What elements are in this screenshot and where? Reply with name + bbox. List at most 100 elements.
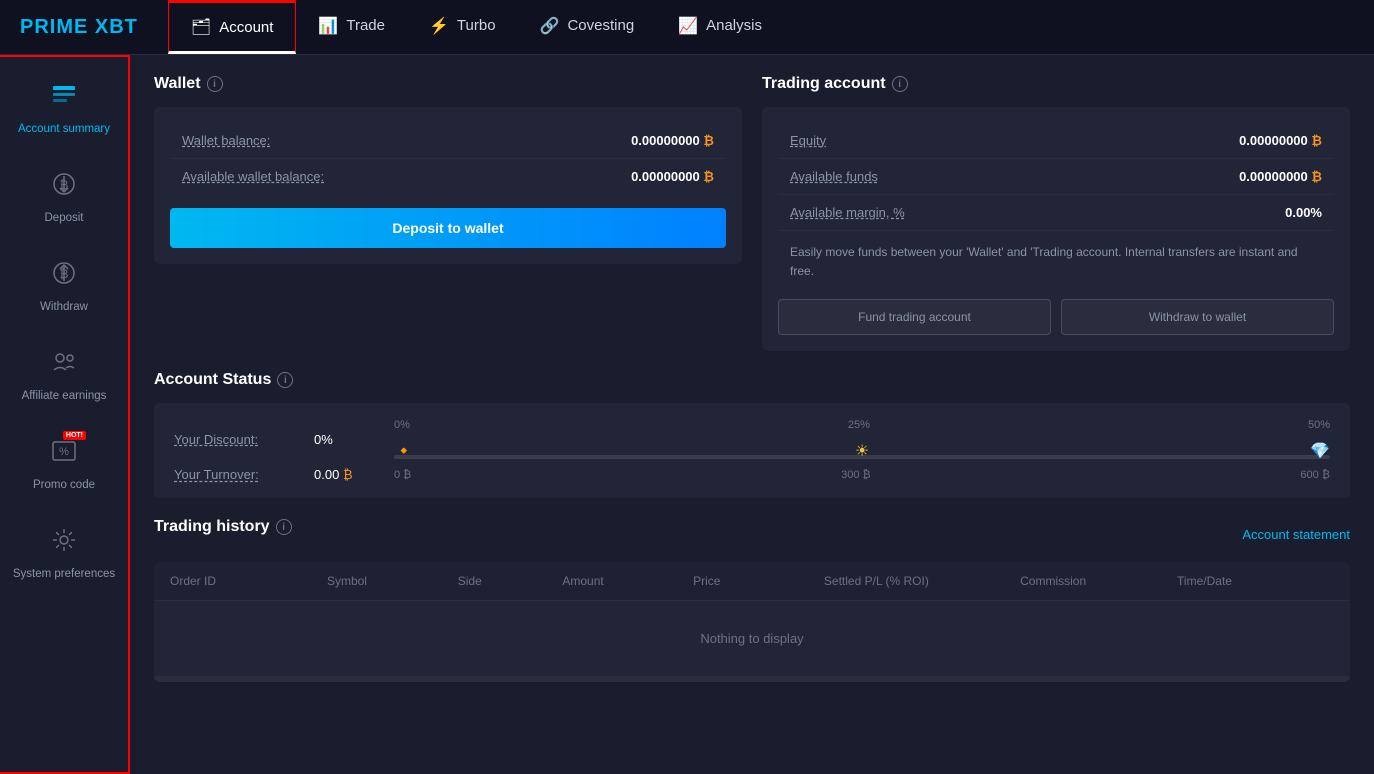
sidebar-item-promo[interactable]: % HOT! Promo code [0,423,128,507]
sidebar-item-account-summary[interactable]: Account summary [0,67,128,151]
top-section: Wallet i Wallet balance: 0.00000000 ₿ Av… [154,75,1350,351]
sidebar-item-preferences[interactable]: System preferences [0,512,128,596]
analysis-nav-icon: 📈 [678,16,698,36]
trading-account-title: Trading account i [762,75,1350,93]
table-empty-state: Nothing to display [154,601,1350,676]
bar-icon-start: 🔸 [394,441,414,461]
th-pnl: Settled P/L (% ROI) [824,574,1020,588]
available-wallet-value: 0.00000000 ₿ [631,169,714,184]
transfer-info-text: Easily move funds between your 'Wallet' … [778,231,1334,293]
sidebar-item-deposit[interactable]: ₿ Deposit [0,156,128,240]
available-margin-row: Available margin, % 0.00% [778,195,1334,231]
turnover-levels: 0 ₿ 300 ₿ 600 ₿ [394,469,1330,481]
wallet-info-icon[interactable]: i [207,76,223,92]
nav-analysis-label: Analysis [706,17,762,34]
discount-label[interactable]: Your Discount: [174,432,304,447]
nav-item-analysis[interactable]: 📈 Analysis [656,0,784,54]
trading-history-section: Trading history i Account statement Orde… [154,518,1350,682]
btc-symbol-3: ₿ [1311,133,1322,148]
th-side: Side [458,574,563,588]
account-status-section: Account Status i Your Discount: 0% 0% 25… [154,371,1350,498]
fund-trading-button[interactable]: Fund trading account [778,299,1051,335]
trading-history-table: Order ID Symbol Side Amount Price Settle… [154,562,1350,682]
nav-item-covesting[interactable]: 🔗 Covesting [518,0,657,54]
wallet-title: Wallet i [154,75,742,93]
wallet-section: Wallet i Wallet balance: 0.00000000 ₿ Av… [154,75,742,351]
available-funds-value: 0.00000000 ₿ [1239,169,1322,184]
logo-prime: PRIME [20,16,88,38]
discount-level-50: 50% [1308,419,1330,431]
account-nav-icon: 🗂 [191,17,211,37]
turnover-level-600: 600 ₿ [1300,469,1330,481]
discount-bar: 🔸 ☀ 💎 [394,455,1330,459]
history-info-icon[interactable]: i [276,519,292,535]
svg-text:%: % [59,446,69,458]
logo: PRIME XBT [20,16,138,39]
withdraw-to-wallet-button[interactable]: Withdraw to wallet [1061,299,1334,335]
account-status-title: Account Status i [154,371,1350,389]
covesting-nav-icon: 🔗 [540,16,560,36]
nav-item-trade[interactable]: 📊 Trade [296,0,407,54]
th-commission: Commission [1020,574,1177,588]
hot-badge: HOT! [63,431,86,440]
bar-icons: 🔸 ☀ 💎 [394,441,1330,461]
available-margin-label[interactable]: Available margin, % [790,205,905,220]
nav-item-turbo[interactable]: ⚡ Turbo [407,0,518,54]
th-amount: Amount [562,574,693,588]
main-content: Wallet i Wallet balance: 0.00000000 ₿ Av… [130,55,1374,774]
sidebar-preferences-label: System preferences [13,567,115,582]
th-time: Time/Date [1177,574,1334,588]
turnover-row: Your Turnover: 0.00 ₿ 0 ₿ 300 ₿ 600 ₿ [174,467,1330,482]
sidebar-item-withdraw[interactable]: ₿ Withdraw [0,245,128,329]
account-statement-link[interactable]: Account statement [1242,527,1350,542]
turnover-level-0: 0 ₿ [394,469,411,481]
wallet-balance-value: 0.00000000 ₿ [631,133,714,148]
nav-trade-label: Trade [346,17,385,34]
nav-account-label: Account [219,19,273,36]
wallet-balance-row: Wallet balance: 0.00000000 ₿ [170,123,726,159]
table-bottom-bar [154,676,1350,682]
trading-history-title: Trading history i [154,518,292,536]
sidebar: Account summary ₿ Deposit ₿ [0,55,130,774]
withdraw-icon: ₿ [50,259,78,294]
discount-bar-container: 0% 25% 50% 🔸 ☀ 💎 [394,419,1330,459]
nav-item-account[interactable]: 🗂 Account [168,0,297,54]
trading-account-panel: Equity 0.00000000 ₿ Available funds 0.00… [762,107,1350,351]
turnover-level-300: 300 ₿ [841,469,871,481]
account-summary-icon [50,81,78,116]
main-layout: Account summary ₿ Deposit ₿ [0,55,1374,774]
available-wallet-label[interactable]: Available wallet balance: [182,169,324,184]
th-symbol: Symbol [327,574,458,588]
discount-level-0: 0% [394,419,410,431]
deposit-wallet-button[interactable]: Deposit to wallet [170,208,726,248]
preferences-icon [50,526,78,561]
trading-account-section: Trading account i Equity 0.00000000 ₿ Av… [762,75,1350,351]
history-header: Trading history i Account statement [154,518,1350,550]
discount-value: 0% [314,432,384,447]
available-margin-value: 0.00% [1285,205,1322,220]
top-nav: PRIME XBT 🗂 Account 📊 Trade ⚡ Turbo 🔗 Co… [0,0,1374,55]
turnover-label[interactable]: Your Turnover: [174,467,304,482]
btc-symbol-5: ₿ [343,467,353,482]
turnover-bar-container: 0 ₿ 300 ₿ 600 ₿ [394,469,1330,481]
discount-levels: 0% 25% 50% [394,419,1330,431]
btc-symbol-1: ₿ [703,133,714,148]
deposit-icon: ₿ [50,170,78,205]
nav-covesting-label: Covesting [567,17,634,34]
nav-turbo-label: Turbo [457,17,496,34]
main-nav: 🗂 Account 📊 Trade ⚡ Turbo 🔗 Covesting 📈 … [168,0,784,54]
equity-label[interactable]: Equity [790,133,826,148]
th-order-id: Order ID [170,574,327,588]
table-header: Order ID Symbol Side Amount Price Settle… [154,562,1350,601]
available-funds-label[interactable]: Available funds [790,169,878,184]
trading-account-info-icon[interactable]: i [892,76,908,92]
promo-icon: % HOT! [50,437,78,472]
account-status-info-icon[interactable]: i [277,372,293,388]
sidebar-item-affiliate[interactable]: Affiliate earnings [0,334,128,418]
sidebar-account-summary-label: Account summary [18,122,110,137]
turnover-value: 0.00 ₿ [314,467,384,482]
available-funds-row: Available funds 0.00000000 ₿ [778,159,1334,195]
available-wallet-row: Available wallet balance: 0.00000000 ₿ [170,159,726,194]
turbo-nav-icon: ⚡ [429,16,449,36]
wallet-balance-label[interactable]: Wallet balance: [182,133,270,148]
